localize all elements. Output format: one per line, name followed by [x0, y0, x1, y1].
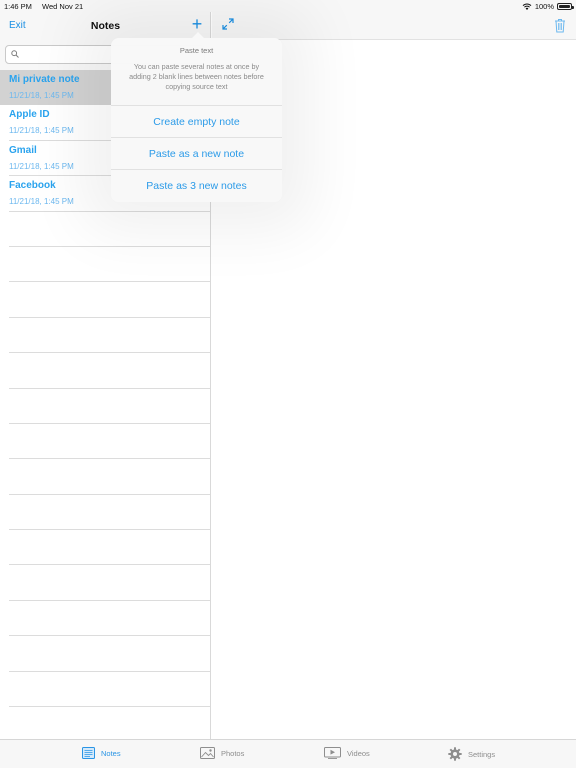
tab-notes-label: Notes [101, 748, 121, 758]
empty-row [9, 282, 210, 318]
add-note-button[interactable]: + [190, 15, 204, 33]
empty-row [9, 565, 210, 601]
empty-row [9, 530, 210, 566]
empty-row [9, 495, 210, 531]
tab-settings[interactable]: Settings [448, 747, 495, 761]
tab-videos-label: Videos [347, 748, 370, 758]
paste-new-note-button[interactable]: Paste as a new note [111, 137, 282, 169]
battery-percent: 100% [534, 2, 554, 11]
tab-settings-label: Settings [468, 749, 496, 759]
trash-icon[interactable] [554, 18, 566, 33]
status-date: Wed Nov 21 [42, 2, 84, 11]
status-left: 1:46 PM Wed Nov 21 [4, 2, 91, 11]
expand-icon[interactable] [222, 18, 234, 30]
tab-photos[interactable]: Photos [200, 747, 244, 759]
empty-row [9, 247, 210, 283]
popover-title: Paste text [179, 46, 214, 55]
notes-navbar: Exit Notes + [0, 12, 210, 40]
status-bar: 1:46 PM Wed Nov 21 100% [0, 0, 576, 12]
note-date: 11/21/18, 1:45 PM [9, 197, 74, 207]
paste-popover: Paste text You can paste several notes a… [111, 32, 282, 202]
tab-bar: Notes Photos Videos Settings [0, 739, 576, 768]
note-title: Gmail [9, 144, 37, 156]
paste-multiple-notes-button[interactable]: Paste as 3 new notes [111, 169, 282, 201]
note-date: 11/21/18, 1:45 PM [9, 91, 74, 100]
search-icon [11, 50, 19, 58]
empty-row [9, 601, 210, 637]
tab-videos[interactable]: Videos [324, 747, 370, 759]
videos-icon [324, 747, 341, 759]
empty-row [9, 672, 210, 708]
tab-photos-label: Photos [221, 748, 245, 758]
popover-description: You can paste several notes at once by a… [129, 62, 264, 91]
photos-icon [200, 747, 215, 759]
create-empty-note-button[interactable]: Create empty note [111, 105, 282, 137]
battery-icon [557, 3, 574, 10]
notes-icon [82, 747, 95, 759]
empty-row [9, 459, 210, 495]
empty-row [9, 424, 210, 460]
note-date: 11/21/18, 1:45 PM [9, 161, 74, 171]
detail-navbar [212, 12, 576, 40]
note-title: Apple ID [9, 109, 50, 121]
empty-row [9, 389, 210, 424]
note-date: 11/21/18, 1:45 PM [9, 126, 74, 136]
note-title: Facebook [9, 180, 56, 192]
empty-row [9, 636, 210, 672]
popover-arrow [191, 32, 205, 39]
note-title: Mi private note [9, 74, 80, 85]
status-time: 1:46 PM [4, 2, 32, 11]
tab-notes[interactable]: Notes [82, 747, 121, 759]
empty-row [9, 212, 210, 247]
page-title: Notes [90, 20, 121, 32]
empty-rows [0, 212, 210, 739]
empty-row [9, 353, 210, 389]
wifi-icon [522, 3, 532, 10]
status-right: 100% [522, 2, 574, 11]
empty-row [9, 318, 210, 354]
gear-icon [448, 747, 462, 761]
empty-row [9, 707, 210, 739]
